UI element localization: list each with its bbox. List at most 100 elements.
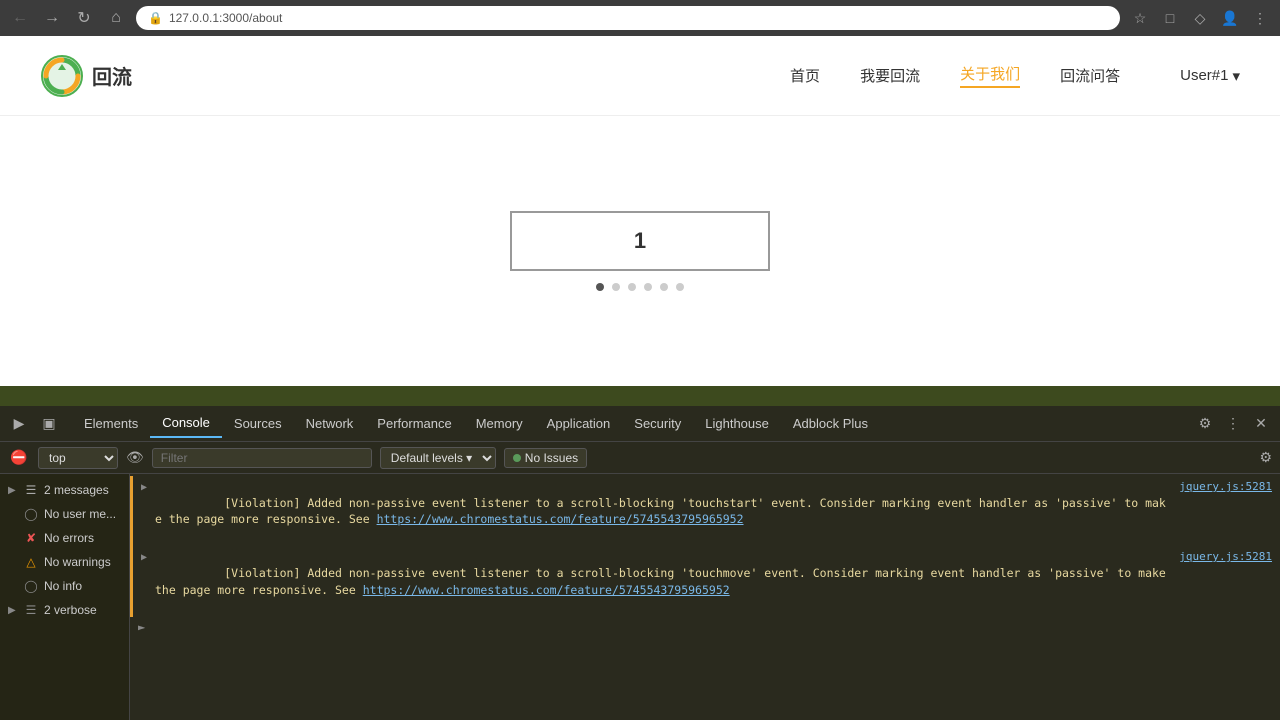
- back-button[interactable]: ←: [8, 6, 32, 30]
- dot-1[interactable]: [596, 283, 604, 291]
- log-expand-1[interactable]: ▶: [141, 481, 151, 495]
- errors-icon: ✘: [24, 531, 38, 545]
- dot-5[interactable]: [660, 283, 668, 291]
- nav-home[interactable]: 首页: [790, 65, 820, 86]
- home-button[interactable]: ⌂: [104, 6, 128, 30]
- browser-actions: ☆ □ ◇ 👤 ⋮: [1128, 6, 1272, 30]
- sidebar-item-verbose[interactable]: ▶ ☰ 2 verbose: [0, 598, 129, 622]
- extensions-button[interactable]: □: [1158, 6, 1182, 30]
- devtools-right-icons: ⚙ ⋮ ✕: [1194, 413, 1272, 435]
- logo-svg: [40, 54, 84, 98]
- reload-button[interactable]: ↻: [72, 6, 96, 30]
- account-button[interactable]: 👤: [1218, 6, 1242, 30]
- tab-lighthouse[interactable]: Lighthouse: [693, 410, 781, 437]
- console-content: ▶ ☰ 2 messages ◯ No user me... ✘ No erro…: [0, 474, 1280, 720]
- site-navbar: 回流 首页 我要回流 关于我们 回流问答 User#1 ▾: [0, 36, 1280, 116]
- log-row-2[interactable]: ▶ [Violation] Added non-passive event li…: [130, 546, 1280, 616]
- console-log-area: ▶ [Violation] Added non-passive event li…: [130, 474, 1280, 720]
- sidebar-item-info[interactable]: ◯ No info: [0, 574, 129, 598]
- console-settings-icon[interactable]: ⚙: [1259, 449, 1272, 466]
- user-menu[interactable]: User#1 ▾: [1180, 67, 1240, 85]
- log-text-1: [Violation] Added non-passive event list…: [155, 479, 1171, 543]
- sidebar-warnings-label: No warnings: [44, 555, 111, 569]
- messages-icon: ☰: [24, 483, 38, 497]
- console-toolbar: ⛔ top 👁 Default levels ▾ No Issues ⚙: [0, 442, 1280, 474]
- bookmark-button[interactable]: ☆: [1128, 6, 1152, 30]
- device-icon[interactable]: ▣: [38, 413, 60, 435]
- sidebar-user-label: No user me...: [44, 507, 116, 521]
- no-issues-badge[interactable]: No Issues: [504, 448, 587, 468]
- devtools-panel: ▶ ▣ Elements Console Sources Network Per…: [0, 406, 1280, 720]
- devtools-tabbar: ▶ ▣ Elements Console Sources Network Per…: [0, 406, 1280, 442]
- no-issues-dot: [513, 454, 521, 462]
- log-row-1[interactable]: ▶ [Violation] Added non-passive event li…: [130, 476, 1280, 546]
- devtools-tabs: Elements Console Sources Network Perform…: [72, 409, 1194, 438]
- console-filter-input[interactable]: [152, 448, 372, 468]
- clear-console-icon[interactable]: ⛔: [8, 447, 30, 469]
- level-select[interactable]: Default levels ▾: [380, 447, 496, 469]
- tab-memory[interactable]: Memory: [464, 410, 535, 437]
- console-prompt-row[interactable]: ►: [130, 617, 1280, 637]
- url-text: 127.0.0.1:3000/about: [169, 11, 282, 25]
- sidebar-item-errors[interactable]: ✘ No errors: [0, 526, 129, 550]
- slider-dots: [596, 283, 684, 291]
- site-logo: 回流: [40, 54, 132, 98]
- close-icon[interactable]: ✕: [1250, 413, 1272, 435]
- settings-icon[interactable]: ⚙: [1194, 413, 1216, 435]
- expand-messages-icon: ▶: [8, 485, 18, 496]
- console-sidebar: ▶ ☰ 2 messages ◯ No user me... ✘ No erro…: [0, 474, 130, 720]
- info-icon: ◯: [24, 579, 38, 593]
- eye-icon[interactable]: 👁: [126, 449, 144, 466]
- log-link-2[interactable]: https://www.chromestatus.com/feature/574…: [363, 583, 730, 597]
- slider-box: 1: [510, 211, 770, 271]
- dark-divider: [0, 386, 1280, 406]
- tab-application[interactable]: Application: [535, 410, 623, 437]
- log-expand-2[interactable]: ▶: [141, 551, 151, 565]
- dot-3[interactable]: [628, 283, 636, 291]
- nav-recycle[interactable]: 我要回流: [860, 65, 920, 86]
- sidebar-errors-label: No errors: [44, 531, 94, 545]
- address-bar[interactable]: 🔒 127.0.0.1:3000/about: [136, 6, 1120, 30]
- more-icon[interactable]: ⋮: [1222, 413, 1244, 435]
- prompt-arrow-icon: ►: [138, 620, 145, 634]
- context-select[interactable]: top: [38, 447, 118, 469]
- tab-console[interactable]: Console: [150, 409, 222, 438]
- sidebar-item-warnings[interactable]: △ No warnings: [0, 550, 129, 574]
- browser-chrome: ← → ↻ ⌂ 🔒 127.0.0.1:3000/about ☆ □ ◇ 👤 ⋮: [0, 0, 1280, 36]
- log-source-2[interactable]: jquery.js:5281: [1179, 549, 1272, 564]
- inspect-icon[interactable]: ▶: [8, 413, 30, 435]
- lock-icon: 🔒: [148, 11, 163, 25]
- menu-button[interactable]: ⋮: [1248, 6, 1272, 30]
- warnings-icon: △: [24, 555, 38, 569]
- dot-2[interactable]: [612, 283, 620, 291]
- nav-about[interactable]: 关于我们: [960, 63, 1020, 88]
- dot-4[interactable]: [644, 283, 652, 291]
- log-source-1[interactable]: jquery.js:5281: [1179, 479, 1272, 494]
- expand-verbose-icon: ▶: [8, 605, 18, 616]
- site-nav: 首页 我要回流 关于我们 回流问答 User#1 ▾: [790, 63, 1240, 88]
- log-link-1[interactable]: https://www.chromestatus.com/feature/574…: [377, 512, 744, 526]
- no-issues-label: No Issues: [525, 451, 578, 465]
- page-content: 1: [0, 116, 1280, 386]
- nav-qa[interactable]: 回流问答: [1060, 65, 1120, 86]
- tab-performance[interactable]: Performance: [365, 410, 463, 437]
- tab-network[interactable]: Network: [294, 410, 366, 437]
- user-menu-label: User#1: [1180, 67, 1228, 84]
- tab-sources[interactable]: Sources: [222, 410, 294, 437]
- user-dropdown-icon: ▾: [1232, 67, 1240, 85]
- dot-6[interactable]: [676, 283, 684, 291]
- forward-button[interactable]: →: [40, 6, 64, 30]
- tab-security[interactable]: Security: [622, 410, 693, 437]
- log-text-2: [Violation] Added non-passive event list…: [155, 549, 1171, 613]
- sidebar-verbose-label: 2 verbose: [44, 603, 97, 617]
- tab-elements[interactable]: Elements: [72, 410, 150, 437]
- slider-value: 1: [634, 228, 646, 254]
- sidebar-messages-label: 2 messages: [44, 483, 109, 497]
- puzzle-button[interactable]: ◇: [1188, 6, 1212, 30]
- tab-adblock[interactable]: Adblock Plus: [781, 410, 880, 437]
- sidebar-item-messages[interactable]: ▶ ☰ 2 messages: [0, 478, 129, 502]
- sidebar-item-user[interactable]: ◯ No user me...: [0, 502, 129, 526]
- devtools-left-icons: ▶ ▣: [8, 413, 60, 435]
- logo-text: 回流: [92, 61, 132, 90]
- user-messages-icon: ◯: [24, 507, 38, 521]
